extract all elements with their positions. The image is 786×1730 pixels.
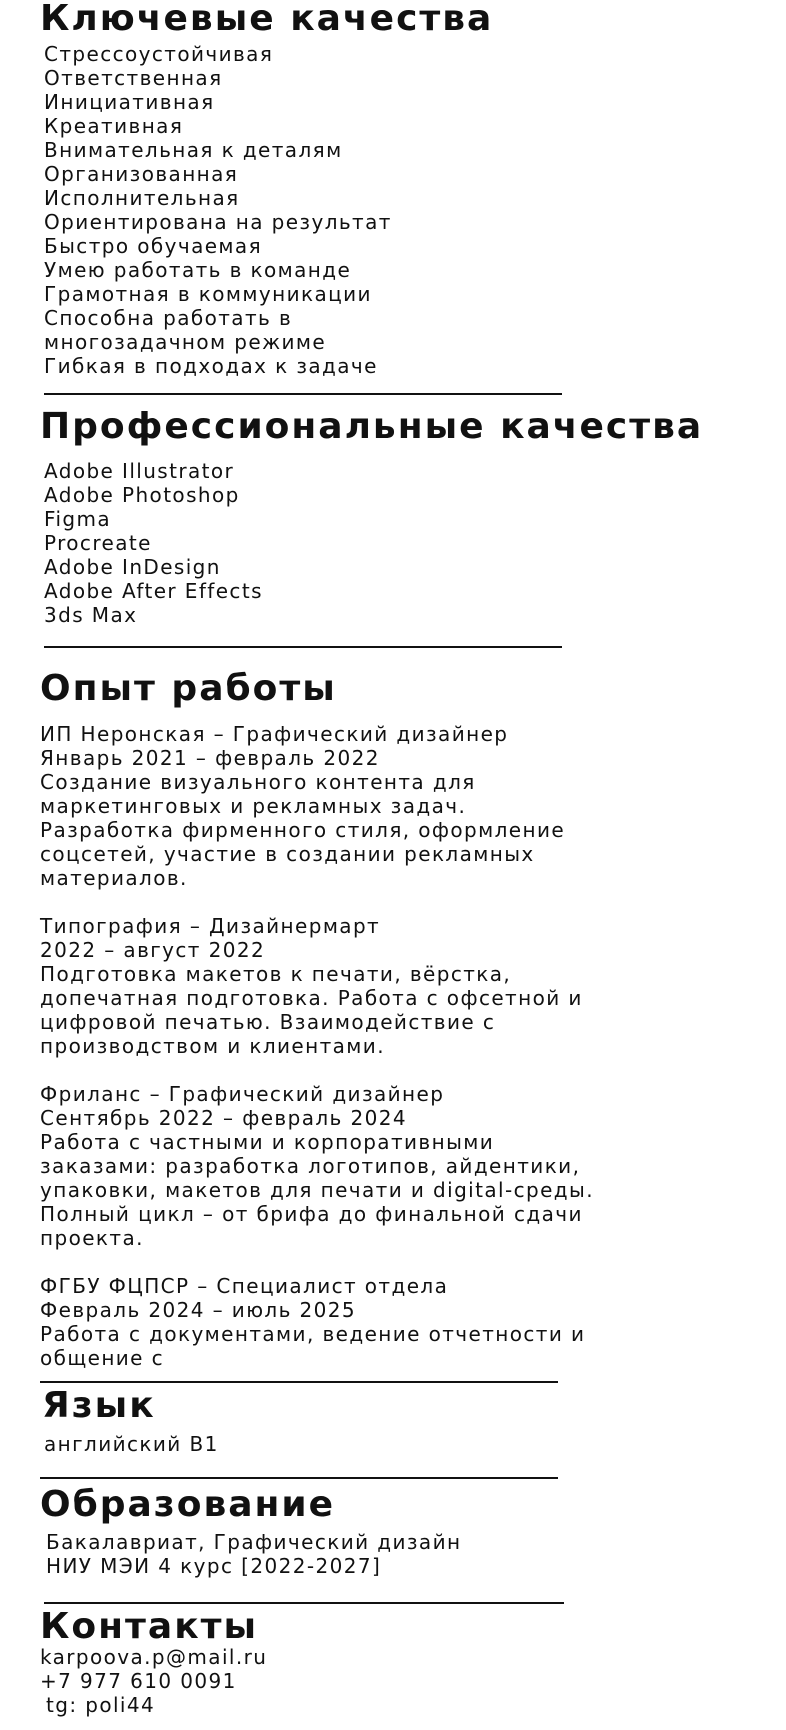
divider-experience [40,1381,558,1383]
key-quality-item: Грамотная в коммуникации [44,282,372,306]
key-quality-item: Стрессоустойчивая [44,42,274,66]
professional-skill-item: 3ds Max [44,603,138,627]
professional-skill-item: Adobe After Effects [44,579,263,603]
job-description: Создание визуального контента для маркет… [40,770,566,890]
professional-skill-item: Adobe Illustrator [44,459,235,483]
divider-professional-qualities [44,646,562,648]
education-title: Образование [40,1484,336,1525]
job-position: Типография – Дизайнермарт [40,914,381,938]
contacts-title: Контакты [40,1606,259,1647]
job-entry: ФГБУ ФЦПСР – Специалист отдела Февраль 20… [40,1274,600,1370]
job-entry: ИП Неронская – Графический дизайнер Январ… [40,722,600,890]
professional-skill-item: Procreate [44,531,152,555]
key-qualities-list: Стрессоустойчивая Ответственная Инициативн… [44,42,392,378]
key-quality-item: Креативная [44,114,184,138]
key-quality-item: Быстро обучаемая [44,234,263,258]
divider-education [44,1602,564,1604]
language-value: английский B1 [44,1432,219,1456]
key-quality-item: Умею работать в команде [44,258,352,282]
job-entry: Фриланс – Графический дизайнер Сентябрь 2… [40,1082,600,1250]
education-degree: Бакалавриат, Графический дизайн [46,1530,462,1554]
job-description: Работа с частными и корпоративными заказ… [40,1130,594,1250]
job-period: Январь 2021 – февраль 2022 [40,746,380,770]
key-quality-item: Способна работать в [44,306,293,330]
experience-title: Опыт работы [40,668,337,709]
professional-skill-item: Figma [44,507,112,531]
job-period: Февраль 2024 – июль 2025 [40,1298,357,1322]
job-period: 2022 – август 2022 [40,938,266,962]
key-quality-item: Инициативная [44,90,215,114]
key-qualities-title: Ключевые качества [40,0,494,39]
contact-email[interactable]: karpoova.p@mail.ru [40,1645,267,1669]
resume-page: Ключевые качества Стрессоустойчивая Ответ… [0,0,786,1730]
key-quality-item: многозадачном режиме [44,330,327,354]
divider-language [40,1477,558,1479]
key-quality-item: Организованная [44,162,239,186]
contact-telegram[interactable]: tg: poli44 [46,1693,155,1717]
divider-key-qualities [44,393,562,395]
job-description: Подготовка макетов к печати, вёрстка, до… [40,962,583,1058]
job-position: ФГБУ ФЦПСР – Специалист отдела [40,1274,449,1298]
language-title: Язык [42,1385,156,1426]
job-period: Сентябрь 2022 – февраль 2024 [40,1106,407,1130]
key-quality-item: Ответственная [44,66,223,90]
professional-qualities-list: Adobe Illustrator Adobe Photoshop Figma Pro… [44,459,263,627]
contact-phone[interactable]: +7 977 610 0091 [40,1669,237,1693]
key-quality-item: Ориентирована на результат [44,210,392,234]
experience-list: ИП Неронская – Графический дизайнер Январ… [40,722,600,1394]
job-position: Фриланс – Графический дизайнер [40,1082,445,1106]
professional-qualities-title: Профессиональные качества [40,406,704,447]
job-position: ИП Неронская – Графический дизайнер [40,722,509,746]
key-quality-item: Внимательная к деталям [44,138,343,162]
professional-skill-item: Adobe InDesign [44,555,221,579]
key-quality-item: Исполнительная [44,186,240,210]
job-description: Работа с документами, ведение отчетности… [40,1322,586,1370]
education-institution: НИУ МЭИ 4 курс [2022-2027] [46,1554,382,1578]
professional-skill-item: Adobe Photoshop [44,483,240,507]
key-quality-item: Гибкая в подходах к задаче [44,354,378,378]
job-entry: Типография – Дизайнермарт 2022 – август 2… [40,914,600,1058]
